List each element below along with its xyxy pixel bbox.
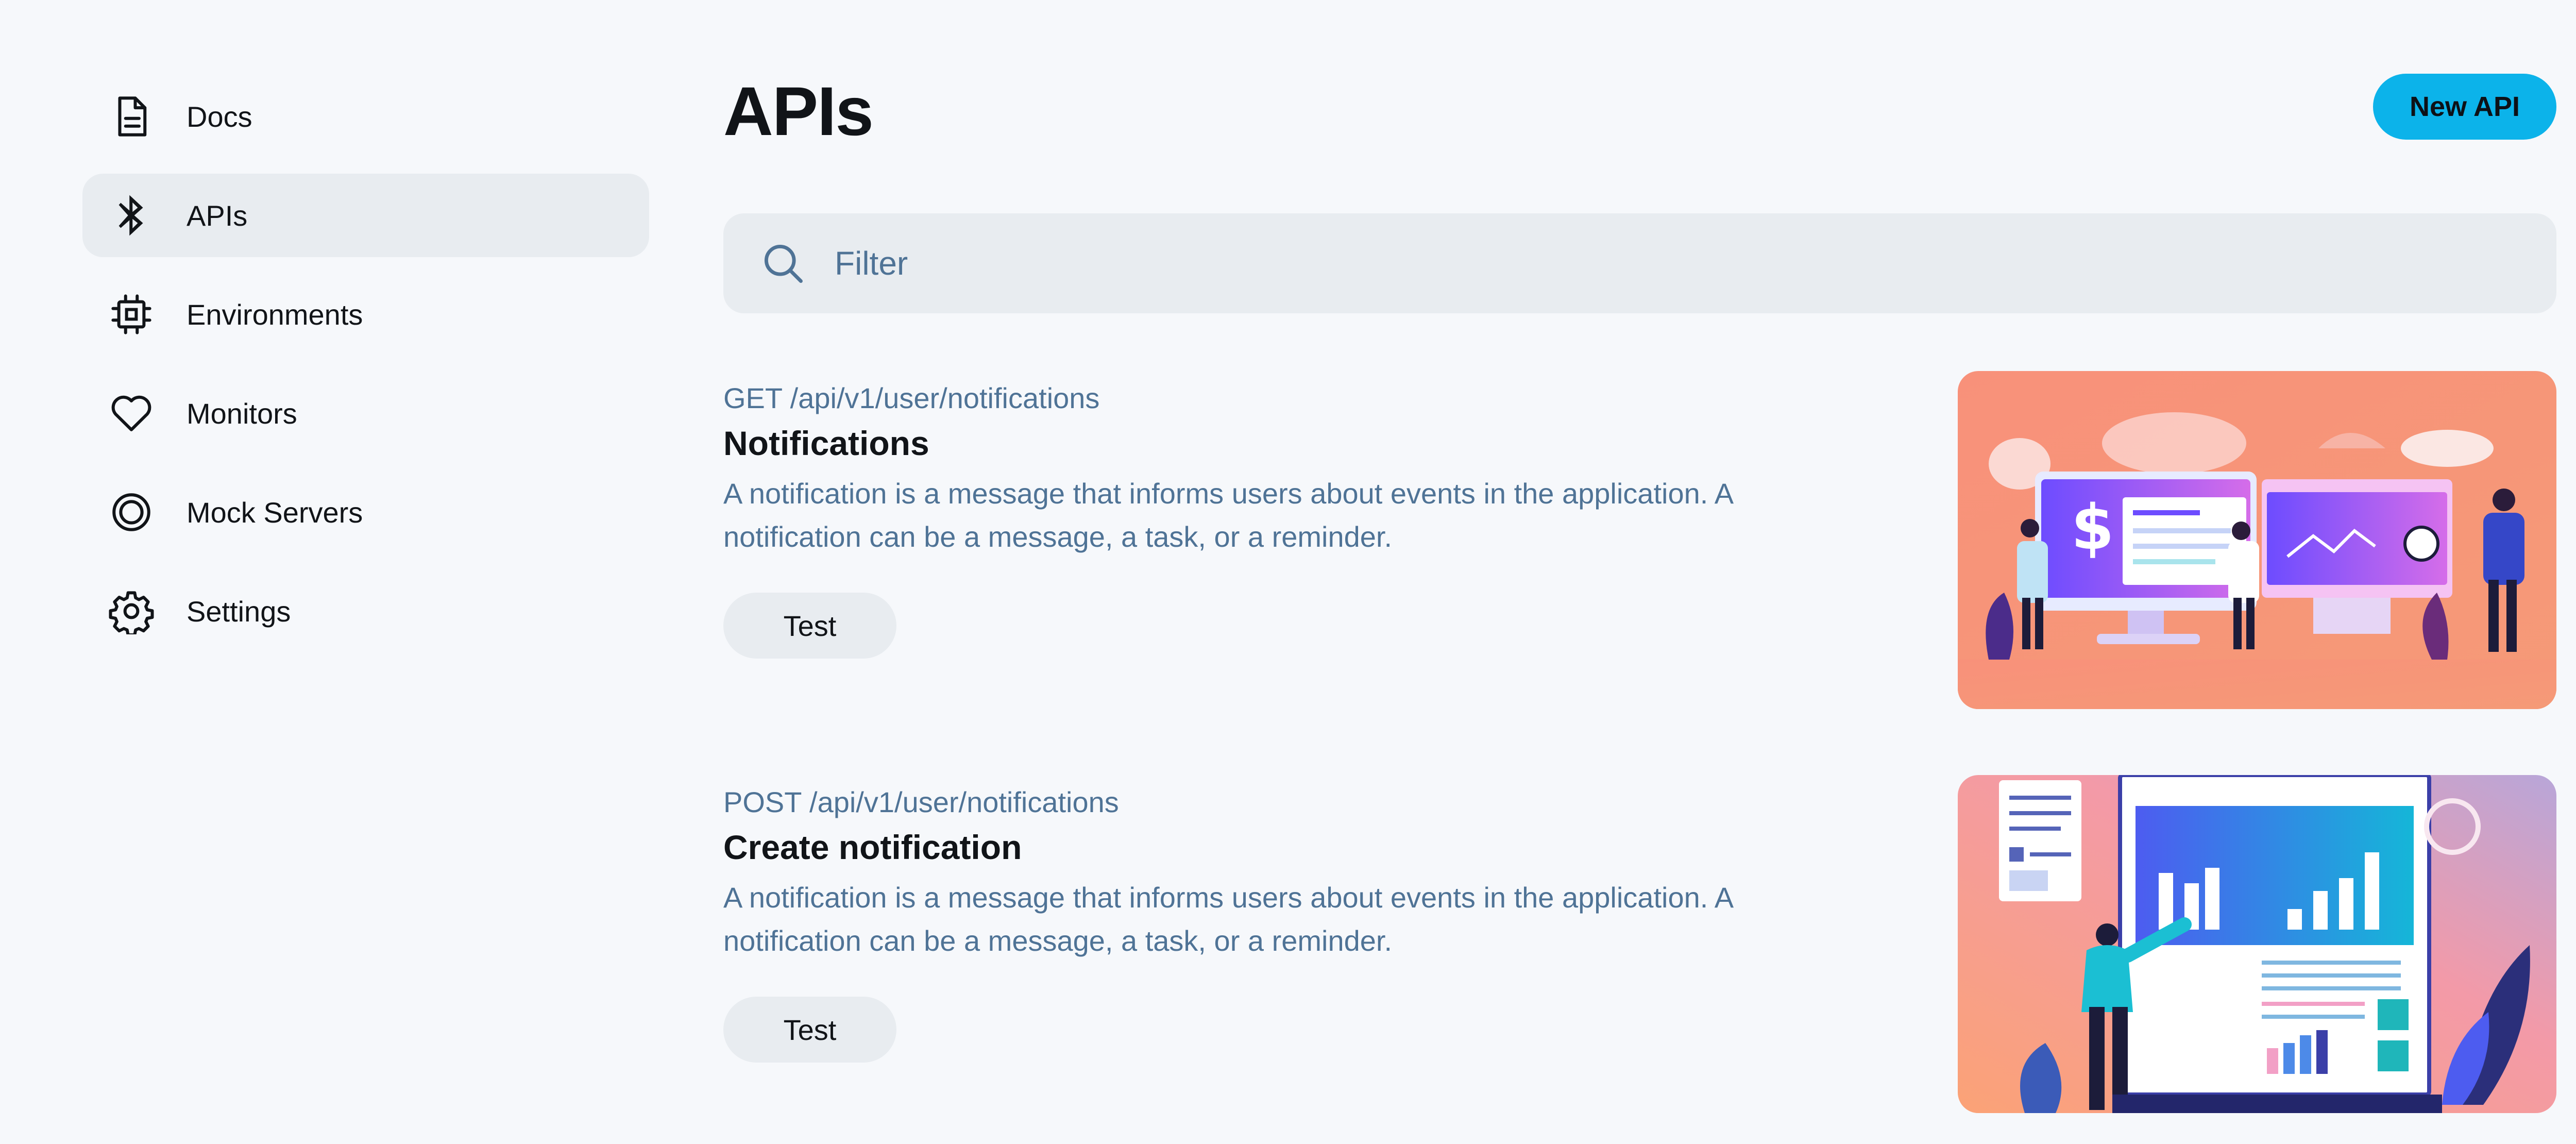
api-description: A notification is a message that informs… (723, 881, 1733, 957)
sidebar-item-label: Mock Servers (187, 496, 363, 529)
sidebar-item-monitors[interactable]: Monitors (82, 372, 649, 455)
notifications-illustration: $ (1958, 371, 2556, 709)
sidebar-item-label: Monitors (187, 397, 297, 430)
test-button[interactable]: Test (723, 997, 896, 1063)
api-endpoint: GET /api/v1/user/notifications (723, 382, 1100, 414)
search-icon (764, 244, 803, 283)
api-description: A notification is a message that informs… (723, 477, 1733, 553)
api-endpoint: POST /api/v1/user/notifications (723, 786, 1119, 818)
filter-input[interactable] (834, 244, 2556, 283)
sidebar-item-docs[interactable]: Docs (82, 75, 649, 158)
sidebar-item-environments[interactable]: Environments (82, 273, 649, 356)
sidebar-item-label: Settings (187, 595, 291, 628)
heart-icon (108, 390, 155, 436)
svg-text:$: $ (2071, 492, 2114, 564)
new-api-button[interactable]: New API (2373, 74, 2556, 140)
sidebar-item-label: APIs (187, 199, 248, 232)
bluetooth-icon (108, 192, 155, 239)
sidebar-item-label: Docs (187, 100, 252, 133)
sidebar-item-apis[interactable]: APIs (82, 174, 649, 257)
api-name: Notifications (723, 424, 929, 462)
api-item-create-notification: POST /api/v1/user/notifications Create n… (723, 775, 2556, 1115)
sidebar: Docs APIs Environments Monitors Mock Ser… (82, 75, 649, 668)
sidebar-item-settings[interactable]: Settings (82, 569, 649, 653)
gear-icon (108, 588, 155, 634)
create-notification-illustration (1958, 775, 2556, 1113)
sidebar-item-mock-servers[interactable]: Mock Servers (82, 470, 649, 554)
test-button[interactable]: Test (723, 593, 896, 659)
app-root: Docs APIs Environments Monitors Mock Ser… (0, 0, 2576, 1144)
api-item-notifications: GET /api/v1/user/notifications Notificat… (723, 371, 2556, 711)
sidebar-item-label: Environments (187, 298, 363, 331)
document-icon (108, 93, 155, 140)
api-name: Create notification (723, 828, 1022, 866)
cpu-icon (108, 291, 155, 338)
page-title: APIs (723, 73, 874, 150)
filter-bar (723, 213, 2556, 313)
record-icon (108, 489, 155, 535)
